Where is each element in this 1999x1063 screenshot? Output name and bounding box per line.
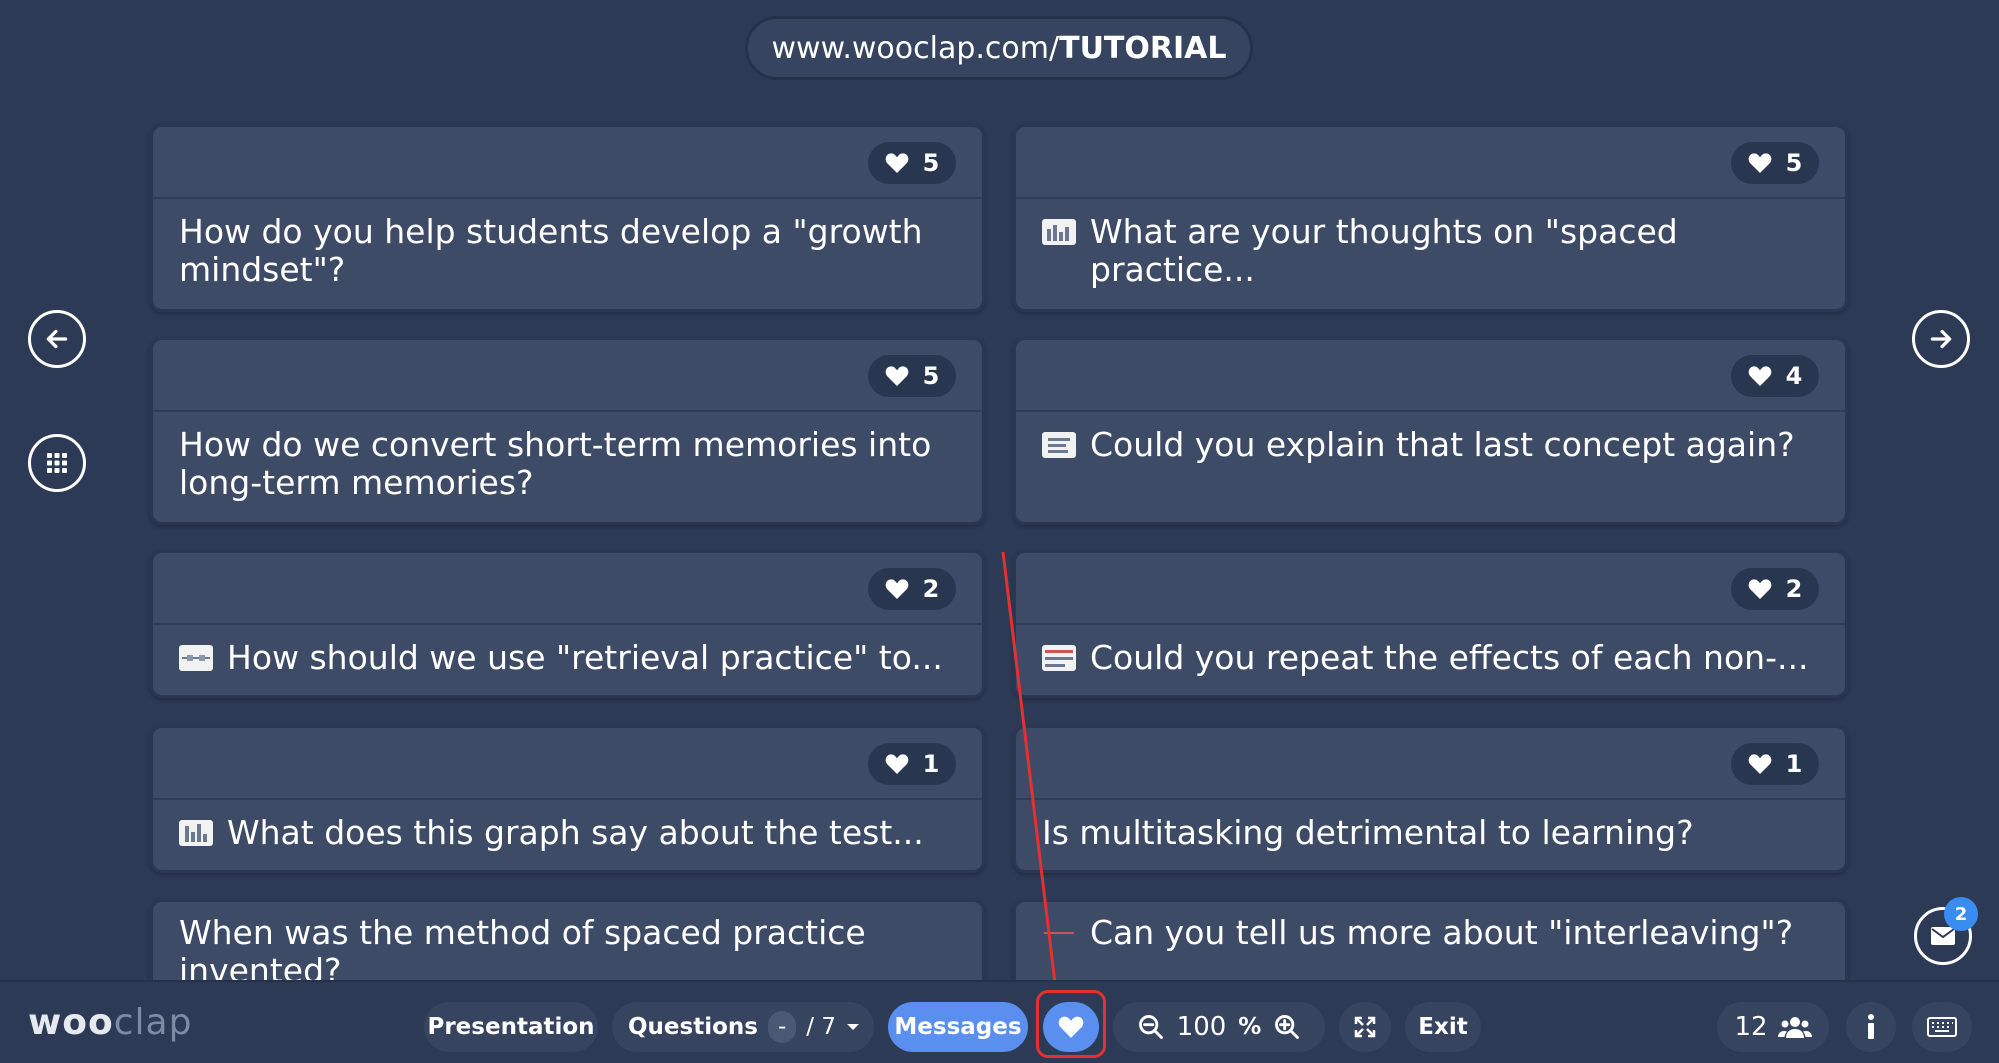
logo-light: clap (113, 1002, 193, 1043)
zoom-unit: % (1238, 1014, 1262, 1040)
fullscreen-button[interactable] (1339, 1002, 1391, 1052)
question-total: / 7 (806, 1014, 836, 1040)
questions-selector[interactable]: Questions - / 7 (612, 1002, 874, 1052)
presentation-button[interactable]: Presentation (424, 1002, 598, 1052)
bottom-toolbar: wooclap Presentation Questions - / 7 Mes… (0, 980, 1999, 1063)
inbox-badge: 2 (1944, 897, 1978, 931)
exit-button[interactable]: Exit (1405, 1002, 1481, 1052)
messages-button[interactable]: Messages (888, 1002, 1028, 1052)
questions-label: Questions (628, 1014, 758, 1040)
wooclap-logo: wooclap (28, 1002, 192, 1043)
users-icon (1777, 1017, 1812, 1038)
messages-label: Messages (894, 1014, 1022, 1040)
zoom-in-icon[interactable] (1273, 1013, 1301, 1041)
keyboard-icon (1927, 1017, 1957, 1037)
logo-bold: woo (28, 1002, 114, 1043)
keyboard-shortcuts-button[interactable] (1912, 1002, 1972, 1052)
presentation-label: Presentation (427, 1014, 595, 1040)
annotation-arrow (1001, 551, 1068, 1014)
zoom-control: 100 % (1113, 1002, 1325, 1052)
question-current[interactable]: - (767, 1011, 797, 1043)
info-button[interactable] (1846, 1002, 1896, 1052)
caret-down-icon (846, 1024, 859, 1030)
info-icon (1868, 1014, 1874, 1039)
zoom-value: 100 (1176, 1012, 1227, 1042)
participants-counter[interactable]: 12 (1717, 1002, 1829, 1052)
zoom-out-icon[interactable] (1137, 1013, 1165, 1041)
exit-label: Exit (1418, 1014, 1468, 1040)
expand-icon (1354, 1016, 1376, 1038)
participants-count: 12 (1734, 1012, 1768, 1042)
highlight-box (1036, 990, 1106, 1058)
